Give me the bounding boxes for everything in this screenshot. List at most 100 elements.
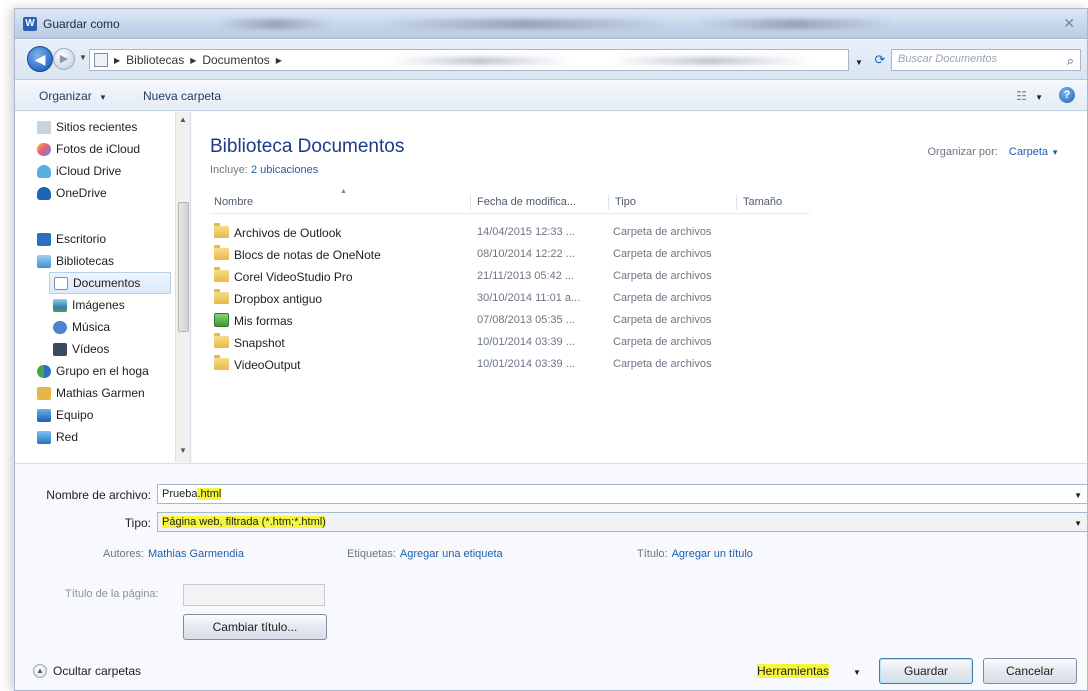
nav-scrollbar[interactable]: ▲ ▼ (175, 112, 190, 462)
includes-link[interactable]: 2 ubicaciones (251, 164, 318, 176)
file-row[interactable]: Blocs de notas de OneNote 08/10/2014 12:… (210, 244, 810, 266)
file-row[interactable]: Corel VideoStudio Pro 21/11/2013 05:42 .… (210, 266, 810, 288)
address-dropdown-icon[interactable]: ▼ (855, 58, 863, 67)
help-icon[interactable]: ? (1059, 87, 1075, 103)
nav-label: Grupo en el hoga (56, 364, 149, 378)
column-divider[interactable] (608, 194, 609, 210)
folder-icon (214, 333, 229, 348)
column-divider[interactable] (470, 194, 471, 210)
scroll-thumb[interactable] (178, 202, 189, 332)
organize-button[interactable]: Organizar ▼ (39, 89, 107, 103)
nav-item-icloud-photos[interactable]: Fotos de iCloud (37, 138, 140, 160)
cancel-button[interactable]: Cancelar (983, 658, 1077, 684)
scroll-down-icon[interactable]: ▼ (179, 446, 187, 455)
nav-item-homegroup[interactable]: Grupo en el hoga (37, 360, 149, 382)
nav-item-desktop[interactable]: Escritorio (37, 228, 106, 250)
file-row[interactable]: Archivos de Outlook 14/04/2015 12:33 ...… (210, 222, 810, 244)
nav-label: Vídeos (72, 342, 110, 356)
address-bar[interactable]: ▶ Bibliotecas ▶ Documentos ▶ (89, 49, 849, 71)
page-title-label: Título de la página: (65, 588, 159, 600)
nav-label: Equipo (56, 408, 94, 422)
arrange-label: Organizar por: (927, 146, 998, 158)
back-button[interactable]: ◀ (27, 46, 53, 72)
chevron-down-icon[interactable]: ▼ (1035, 93, 1043, 102)
nav-item-onedrive[interactable]: OneDrive (37, 182, 107, 204)
filename-input[interactable]: Prueba.html ▼ (157, 484, 1087, 504)
file-date: 07/08/2013 05:35 ... (477, 314, 575, 326)
forward-button[interactable]: ▶ (53, 48, 75, 70)
file-type: Carpeta de archivos (613, 226, 712, 238)
new-folder-button[interactable]: Nueva carpeta (143, 89, 221, 103)
authors-value[interactable]: Mathias Garmendia (148, 548, 244, 560)
pictures-icon (53, 298, 67, 312)
arrange-value-link[interactable]: Carpeta (1009, 146, 1048, 158)
view-options-icon[interactable]: ☷ (1016, 89, 1027, 103)
folder-icon (214, 355, 229, 370)
nav-item-videos[interactable]: Vídeos (53, 338, 109, 360)
column-divider[interactable] (736, 194, 737, 210)
file-row[interactable]: Dropbox antiguo 30/10/2014 11:01 a... Ca… (210, 288, 810, 310)
chevron-down-icon[interactable]: ▼ (1074, 491, 1082, 500)
tags-value[interactable]: Agregar una etiqueta (400, 548, 503, 560)
file-row[interactable]: Mis formas 07/08/2013 05:35 ... Carpeta … (210, 310, 810, 332)
nav-item-libraries[interactable]: Bibliotecas (37, 250, 114, 272)
nav-item-network[interactable]: Red (37, 426, 78, 448)
scroll-up-icon[interactable]: ▲ (179, 115, 187, 124)
title-bar[interactable]: W Guardar como ✕ (15, 9, 1087, 39)
nav-item-music[interactable]: Música (53, 316, 110, 338)
nav-label: Bibliotecas (56, 254, 115, 268)
save-button[interactable]: Guardar (879, 658, 973, 684)
folder-icon (214, 223, 229, 238)
nav-item-documents[interactable]: Documentos (49, 272, 171, 294)
column-header-type[interactable]: Tipo (615, 196, 636, 208)
chevron-down-icon[interactable]: ▼ (1074, 519, 1082, 528)
file-name: VideoOutput (234, 358, 301, 372)
forms-folder-icon (214, 313, 229, 327)
column-headers: ▲ Nombre Fecha de modifica... Tipo Tamañ… (210, 188, 810, 214)
history-dropdown-icon[interactable]: ▼ (79, 53, 87, 62)
includes-label: Incluye: (210, 164, 248, 176)
file-row[interactable]: Snapshot 10/01/2014 03:39 ... Carpeta de… (210, 332, 810, 354)
nav-item-user[interactable]: Mathias Garmen (37, 382, 145, 404)
nav-item-icloud-drive[interactable]: iCloud Drive (37, 160, 121, 182)
chevron-up-icon: ▲ (33, 664, 47, 678)
file-name: Snapshot (234, 336, 285, 350)
nav-item-pictures[interactable]: Imágenes (53, 294, 125, 316)
save-as-dialog: W Guardar como ✕ ◀ ▶ ▼ ▶ Bibliotecas ▶ D… (14, 8, 1088, 691)
column-header-name[interactable]: Nombre (214, 196, 253, 208)
chevron-down-icon[interactable]: ▼ (853, 668, 861, 677)
nav-label: Escritorio (56, 232, 107, 246)
search-placeholder: Buscar Documentos (898, 53, 998, 65)
blurred-title-area (215, 19, 335, 29)
documents-icon (54, 276, 68, 290)
column-header-date[interactable]: Fecha de modifica... (477, 196, 576, 208)
chevron-down-icon[interactable]: ▼ (1051, 148, 1059, 157)
refresh-icon[interactable]: ⟳ (871, 51, 889, 69)
nav-label: Música (72, 320, 111, 334)
folder-icon (214, 245, 229, 260)
file-type: Carpeta de archivos (613, 336, 712, 348)
search-input[interactable]: Buscar Documentos ⌕ (891, 49, 1081, 71)
file-type: Carpeta de archivos (613, 314, 712, 326)
chevron-right-icon[interactable]: ▶ (276, 56, 282, 65)
desktop-icon (37, 232, 51, 246)
breadcrumb-bibliotecas[interactable]: Bibliotecas (126, 53, 184, 67)
breadcrumb-documentos[interactable]: Documentos (202, 53, 269, 67)
close-icon[interactable]: ✕ (1063, 15, 1075, 32)
chevron-right-icon[interactable]: ▶ (114, 56, 120, 65)
nav-label: iCloud Drive (56, 164, 122, 178)
file-type: Carpeta de archivos (613, 292, 712, 304)
nav-item-computer[interactable]: Equipo (37, 404, 93, 426)
change-title-button[interactable]: Cambiar título... (183, 614, 327, 640)
title-value[interactable]: Agregar un título (672, 548, 753, 560)
file-type-select[interactable]: Página web, filtrada (*.htm;*.html) ▼ (157, 512, 1087, 532)
tools-button[interactable]: Herramientas (757, 664, 830, 678)
column-header-size[interactable]: Tamaño (743, 196, 782, 208)
hide-folders-button[interactable]: ▲ Ocultar carpetas (33, 664, 141, 678)
search-icon[interactable]: ⌕ (1067, 53, 1074, 69)
homegroup-icon (37, 364, 51, 378)
nav-item-recent[interactable]: Sitios recientes (37, 116, 137, 138)
file-row[interactable]: VideoOutput 10/01/2014 03:39 ... Carpeta… (210, 354, 810, 376)
chevron-right-icon[interactable]: ▶ (190, 56, 196, 65)
authors-field: Autores: Mathias Garmendia (103, 548, 244, 560)
